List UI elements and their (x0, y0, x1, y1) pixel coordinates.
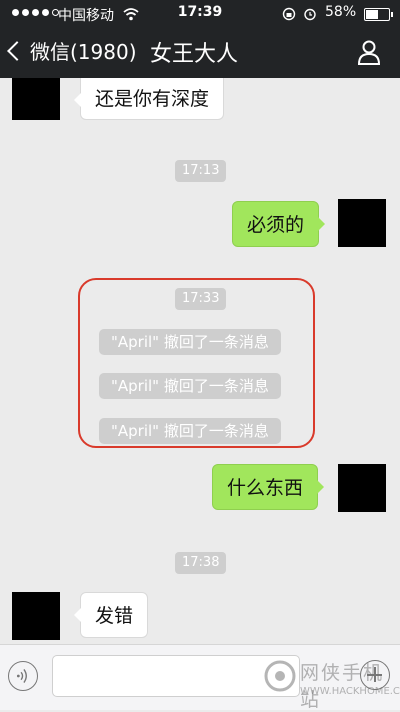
message-bubble-incoming[interactable]: 发错 (73, 592, 149, 638)
message-bubble-outgoing[interactable]: 什么东西 (212, 464, 325, 510)
my-avatar[interactable] (338, 199, 386, 247)
rotation-lock-icon (282, 7, 296, 21)
message-bubble-incoming[interactable]: 还是你有深度 (73, 78, 225, 120)
status-bar: 中国移动 17:39 58% (0, 0, 400, 28)
chevron-left-icon (7, 40, 27, 61)
recall-notice: "April" 撤回了一条消息 (99, 329, 281, 355)
timestamp: 17:33 (175, 288, 227, 310)
nav-bar: 微信(1980) 女王大人 (0, 28, 400, 78)
input-bar (0, 644, 400, 710)
contact-avatar[interactable] (12, 592, 60, 640)
back-label: 微信(1980) (30, 40, 137, 64)
chat-title: 女王大人 (150, 42, 239, 67)
top-bar: 中国移动 17:39 58% 微信(1980) 女王大人 (0, 0, 400, 78)
back-button[interactable]: 微信(1980) (7, 36, 137, 65)
timestamp: 17:38 (175, 552, 227, 574)
message-bubble-outgoing[interactable]: 必须的 (232, 201, 326, 247)
message-input[interactable] (52, 655, 300, 697)
contact-avatar[interactable] (12, 78, 60, 120)
person-icon[interactable] (356, 39, 382, 65)
my-avatar[interactable] (338, 464, 386, 512)
recall-notice: "April" 撤回了一条消息 (99, 373, 281, 399)
recall-notice: "April" 撤回了一条消息 (99, 418, 281, 444)
battery-icon (364, 8, 393, 21)
timestamp: 17:13 (175, 160, 227, 182)
plus-icon[interactable] (360, 660, 390, 690)
battery-percent: 58% (325, 4, 357, 20)
alarm-icon (304, 8, 316, 21)
voice-icon[interactable] (8, 661, 38, 691)
